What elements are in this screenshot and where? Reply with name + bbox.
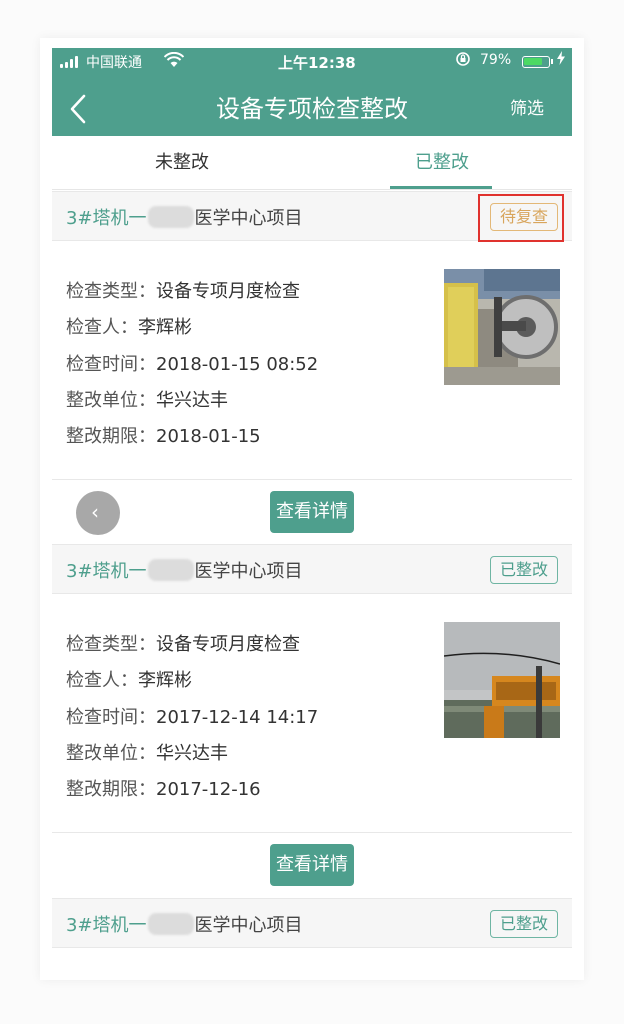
page-background: 中国联通 上午12:38 79% 设备专项检查整改 筛选 未整改 已整改 3#塔… bbox=[0, 0, 624, 1024]
chevron-left-icon: ‹ bbox=[91, 500, 99, 524]
status-time: 上午12:38 bbox=[278, 54, 356, 72]
tab-bar: 未整改 已整改 bbox=[52, 136, 572, 190]
wifi-icon bbox=[163, 51, 185, 72]
deadline-row: 整改期限：2017-12-16 bbox=[66, 779, 261, 800]
rectification-unit-row: 整改单位：华兴达丰 bbox=[66, 390, 228, 411]
rotation-lock-icon bbox=[455, 51, 471, 71]
page-title: 设备专项检查整改 bbox=[216, 95, 408, 123]
record-header[interactable]: 3#塔机一 医学中心项目 已整改 bbox=[52, 898, 572, 948]
filter-button[interactable]: 筛选 bbox=[510, 96, 544, 122]
app-screen: 中国联通 上午12:38 79% 设备专项检查整改 筛选 未整改 已整改 3#塔… bbox=[52, 48, 572, 968]
view-details-button[interactable]: 查看详情 bbox=[270, 844, 354, 886]
app-bar: 中国联通 上午12:38 79% 设备专项检查整改 筛选 bbox=[52, 48, 572, 136]
active-tab-indicator bbox=[390, 186, 492, 189]
redacted-text bbox=[147, 206, 194, 228]
battery-percent: 79% bbox=[480, 52, 512, 68]
inspection-time-row: 检查时间：2017-12-14 14:17 bbox=[66, 707, 319, 728]
inspection-photo[interactable] bbox=[444, 622, 560, 738]
card-divider bbox=[52, 832, 572, 833]
inspection-photo[interactable] bbox=[444, 269, 560, 385]
record-header[interactable]: 3#塔机一 医学中心项目 已整改 bbox=[52, 544, 572, 594]
record-title: 3#塔机一 医学中心项目 bbox=[66, 206, 303, 229]
record-card: 3#塔机一 医学中心项目 已整改 检查类型：设备专项月度检查 检查人：李辉彬 检查… bbox=[52, 544, 572, 904]
inspector-row: 检查人：李辉彬 bbox=[66, 317, 192, 338]
tab-rectified[interactable]: 已整改 bbox=[372, 136, 512, 190]
inspector-row: 检查人：李辉彬 bbox=[66, 670, 192, 691]
record-card: 3#塔机一 医学中心项目 待复查 检查类型：设备专项月度检查 检查人：李辉彬 检查… bbox=[52, 191, 572, 547]
inspection-type-row: 检查类型：设备专项月度检查 bbox=[66, 634, 300, 655]
redacted-text bbox=[147, 559, 194, 581]
battery-icon bbox=[522, 56, 550, 68]
status-badge[interactable]: 已整改 bbox=[489, 556, 558, 584]
status-bar: 中国联通 上午12:38 79% bbox=[52, 48, 572, 74]
signal-icon bbox=[60, 56, 82, 68]
tab-unrectified[interactable]: 未整改 bbox=[112, 136, 252, 190]
charging-icon bbox=[557, 51, 565, 69]
inspection-type-row: 检查类型：设备专项月度检查 bbox=[66, 281, 300, 302]
status-badge[interactable]: 已整改 bbox=[489, 910, 558, 938]
redacted-text bbox=[147, 913, 194, 935]
view-details-button[interactable]: 查看详情 bbox=[270, 491, 354, 533]
card-divider bbox=[52, 479, 572, 480]
record-title: 3#塔机一 医学中心项目 bbox=[66, 559, 303, 582]
battery-tip bbox=[551, 59, 553, 64]
rectification-unit-row: 整改单位：华兴达丰 bbox=[66, 743, 228, 764]
floating-back-button[interactable]: ‹ bbox=[76, 491, 120, 535]
inspection-time-row: 检查时间：2018-01-15 08:52 bbox=[66, 354, 319, 375]
phone-frame: 中国联通 上午12:38 79% 设备专项检查整改 筛选 未整改 已整改 3#塔… bbox=[40, 38, 584, 980]
record-card: 3#塔机一 医学中心项目 已整改 bbox=[52, 898, 572, 968]
highlight-box bbox=[478, 194, 564, 242]
record-header[interactable]: 3#塔机一 医学中心项目 待复查 bbox=[52, 191, 572, 242]
deadline-row: 整改期限：2018-01-15 bbox=[66, 426, 261, 447]
carrier-name: 中国联通 bbox=[86, 55, 142, 71]
record-title: 3#塔机一 医学中心项目 bbox=[66, 913, 303, 936]
